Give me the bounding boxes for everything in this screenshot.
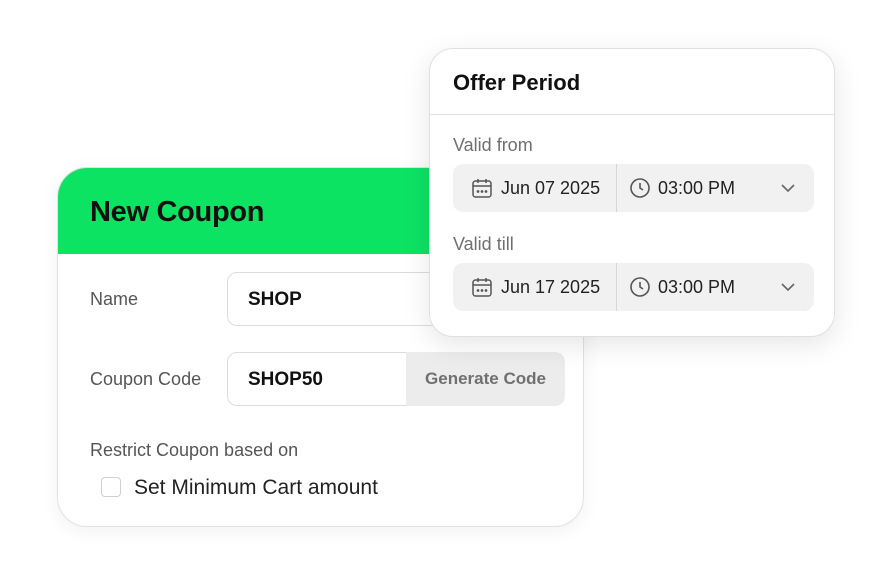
name-label: Name	[90, 289, 139, 309]
valid-from-label: Valid from	[453, 135, 533, 155]
coupon-title: New Coupon	[90, 196, 265, 228]
valid-from-date[interactable]: Jun 07 2025	[501, 177, 600, 199]
calendar-icon	[471, 177, 493, 199]
clock-icon	[629, 177, 651, 199]
clock-icon	[629, 276, 651, 298]
valid-till-label: Valid till	[453, 234, 514, 254]
offer-period-title: Offer Period	[453, 70, 581, 95]
date-time-separator	[616, 263, 617, 311]
chevron-down-icon[interactable]	[780, 279, 796, 295]
min-cart-label: Set Minimum Cart amount	[134, 476, 378, 499]
valid-from-picker[interactable]: Jun 07 2025 03:00 PM	[453, 164, 814, 212]
generate-code-button[interactable]: Generate Code	[406, 352, 565, 406]
chevron-down-icon[interactable]	[780, 180, 796, 196]
valid-till-time[interactable]: 03:00 PM	[658, 276, 735, 298]
offer-divider	[430, 114, 834, 115]
restrict-coupon-label: Restrict Coupon based on	[90, 440, 299, 460]
valid-from-time[interactable]: 03:00 PM	[658, 177, 735, 199]
valid-till-picker[interactable]: Jun 17 2025 03:00 PM	[453, 263, 814, 311]
calendar-icon	[471, 276, 493, 298]
coupon-code-label: Coupon Code	[90, 369, 202, 389]
offer-period-card: Offer Period Valid from Jun 07 2025 03:0…	[429, 48, 835, 337]
valid-till-date[interactable]: Jun 17 2025	[501, 276, 600, 298]
coupon-code-input[interactable]: SHOP50	[227, 352, 409, 406]
date-time-separator	[616, 164, 617, 212]
min-cart-checkbox[interactable]	[101, 477, 121, 497]
